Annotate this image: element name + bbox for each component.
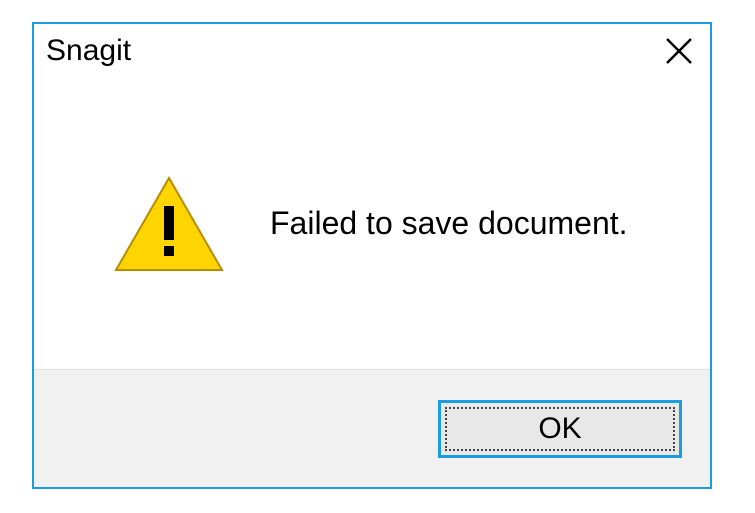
- close-button[interactable]: [648, 24, 710, 78]
- close-icon: [664, 36, 694, 66]
- message-dialog: Snagit Failed to save document. OK: [32, 22, 712, 489]
- dialog-message: Failed to save document.: [270, 205, 628, 242]
- ok-button[interactable]: OK: [438, 400, 682, 458]
- warning-icon: [114, 176, 224, 272]
- dialog-title: Snagit: [46, 34, 131, 68]
- dialog-content: Failed to save document.: [34, 78, 710, 369]
- button-bar: OK: [34, 369, 710, 487]
- titlebar: Snagit: [34, 24, 710, 78]
